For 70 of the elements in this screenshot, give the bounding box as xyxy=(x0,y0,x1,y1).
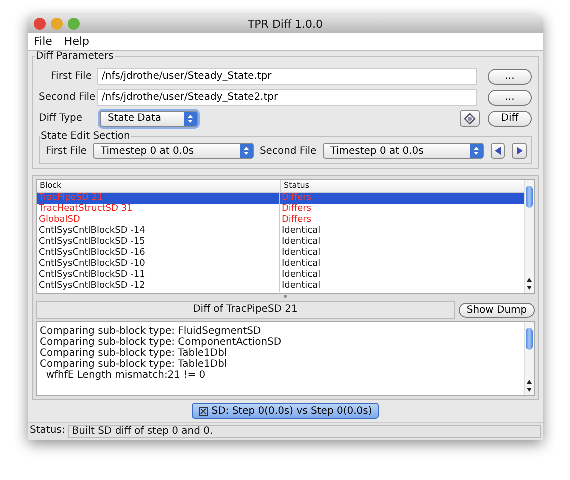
table-cell: CntlSysCntlBlockSD -14 xyxy=(37,226,280,237)
zoom-button[interactable] xyxy=(68,18,80,30)
split-grip[interactable] xyxy=(284,295,287,298)
close-box-icon xyxy=(198,406,208,416)
log-line: Comparing sub-block type: Table1Dbl xyxy=(40,359,228,370)
status-text: Built SD diff of step 0 and 0. xyxy=(68,425,541,438)
updown-arrows-icon xyxy=(184,112,197,126)
timestep-dropdown[interactable]: Timestep 0 at 0.0s xyxy=(322,143,484,159)
table-row[interactable]: GlobalSD Differs xyxy=(37,215,524,226)
column-header[interactable]: Status xyxy=(281,180,524,192)
group-title: Diff Parameters xyxy=(35,51,115,62)
log-line: Comparing sub-block type: Table1Dbl xyxy=(40,348,228,359)
table-row[interactable]: CntlSysCntlBlockSD -16 Identical xyxy=(37,248,524,259)
table-row[interactable]: CntlSysCntlBlockSD -14 Identical xyxy=(37,226,524,237)
file-path-field[interactable]: /nfs/jdrothe/user/Steady_State2.tpr xyxy=(97,89,477,106)
log-line: Comparing sub-block type: ComponentActionSD xyxy=(40,337,283,348)
status-label: Status: xyxy=(30,425,66,438)
field-label: First File xyxy=(50,71,92,82)
left-triangle-icon xyxy=(494,147,501,155)
previous-button[interactable] xyxy=(490,143,506,159)
next-button[interactable] xyxy=(512,143,527,159)
close-button[interactable] xyxy=(34,18,46,30)
refresh-icon xyxy=(464,112,476,124)
table-row[interactable]: CntlSysCntlBlockSD -11 Identical xyxy=(37,270,524,281)
scroll-bar[interactable] xyxy=(524,180,534,293)
table-cell: CntlSysCntlBlockSD -12 xyxy=(37,281,280,292)
table-cell: CntlSysCntlBlockSD -11 xyxy=(37,270,280,281)
document-tab[interactable]: SD: Step 0(0.0s) vs Step 0(0.0s) xyxy=(192,403,380,419)
browse-button[interactable]: ... xyxy=(488,68,532,84)
table-cell-text: Identical xyxy=(281,237,322,248)
table-row[interactable]: CntlSysCntlBlockSD -10 Identical xyxy=(37,259,524,270)
field-label: First File xyxy=(46,146,87,156)
browse-button[interactable]: ... xyxy=(488,90,532,106)
updown-arrows-icon xyxy=(240,144,253,158)
timestep-dropdown[interactable]: Timestep 0 at 0.0s xyxy=(92,143,254,159)
diff-type-dropdown[interactable]: State Data xyxy=(100,110,198,126)
table-cell: CntlSysCntlBlockSD -10 xyxy=(37,259,280,270)
diff-title: Diff of TracPipeSD 21 xyxy=(36,301,455,319)
menu-item[interactable]: Help xyxy=(64,35,90,48)
table-cell-text: Identical xyxy=(281,248,322,259)
table-cell-text: Differs xyxy=(281,204,313,215)
refresh-button[interactable] xyxy=(460,110,480,127)
table-cell: TracPipeSD 21 xyxy=(37,193,280,204)
show-dump-button[interactable]: Show Dump xyxy=(459,302,535,318)
window-title: TPR Diff 1.0.0 xyxy=(248,18,324,30)
table-cell-text: Identical xyxy=(281,281,322,292)
updown-arrows-icon xyxy=(470,144,483,158)
menu-item[interactable]: File xyxy=(34,35,52,48)
table-cell-text: Differs xyxy=(281,193,313,204)
table-cell: CntlSysCntlBlockSD -16 xyxy=(37,248,280,259)
column-header[interactable]: Block xyxy=(37,180,281,192)
log-line: Comparing sub-block type: FluidSegmentSD xyxy=(40,326,262,337)
table-row[interactable]: CntlSysCntlBlockSD -15 Identical xyxy=(37,237,524,248)
table-cell: GlobalSD xyxy=(37,215,280,226)
table-row[interactable]: CntlSysCntlBlockSD -12 Identical xyxy=(37,281,524,292)
file-path-field[interactable]: /nfs/jdrothe/user/Steady_State.tpr xyxy=(97,68,477,85)
group-title: State Edit Section xyxy=(40,131,132,142)
right-triangle-icon xyxy=(516,147,523,155)
field-label: Second File xyxy=(260,146,317,156)
scroll-bar[interactable] xyxy=(524,322,534,395)
log-line: wfhfE Length mismatch:21 != 0 xyxy=(46,370,207,381)
table-cell: TracHeatStructSD 31 xyxy=(37,204,280,215)
table-cell-text: Identical xyxy=(281,226,322,237)
table-cell-text: Identical xyxy=(281,270,322,281)
field-label: Diff Type xyxy=(39,113,84,124)
diff-button[interactable]: Diff xyxy=(488,110,532,126)
table-cell: CntlSysCntlBlockSD -15 xyxy=(37,237,280,248)
table-row[interactable]: TracHeatStructSD 31 Differs xyxy=(37,204,524,215)
table-cell-text: Differs xyxy=(281,215,313,226)
table-cell-text: Identical xyxy=(281,259,322,270)
